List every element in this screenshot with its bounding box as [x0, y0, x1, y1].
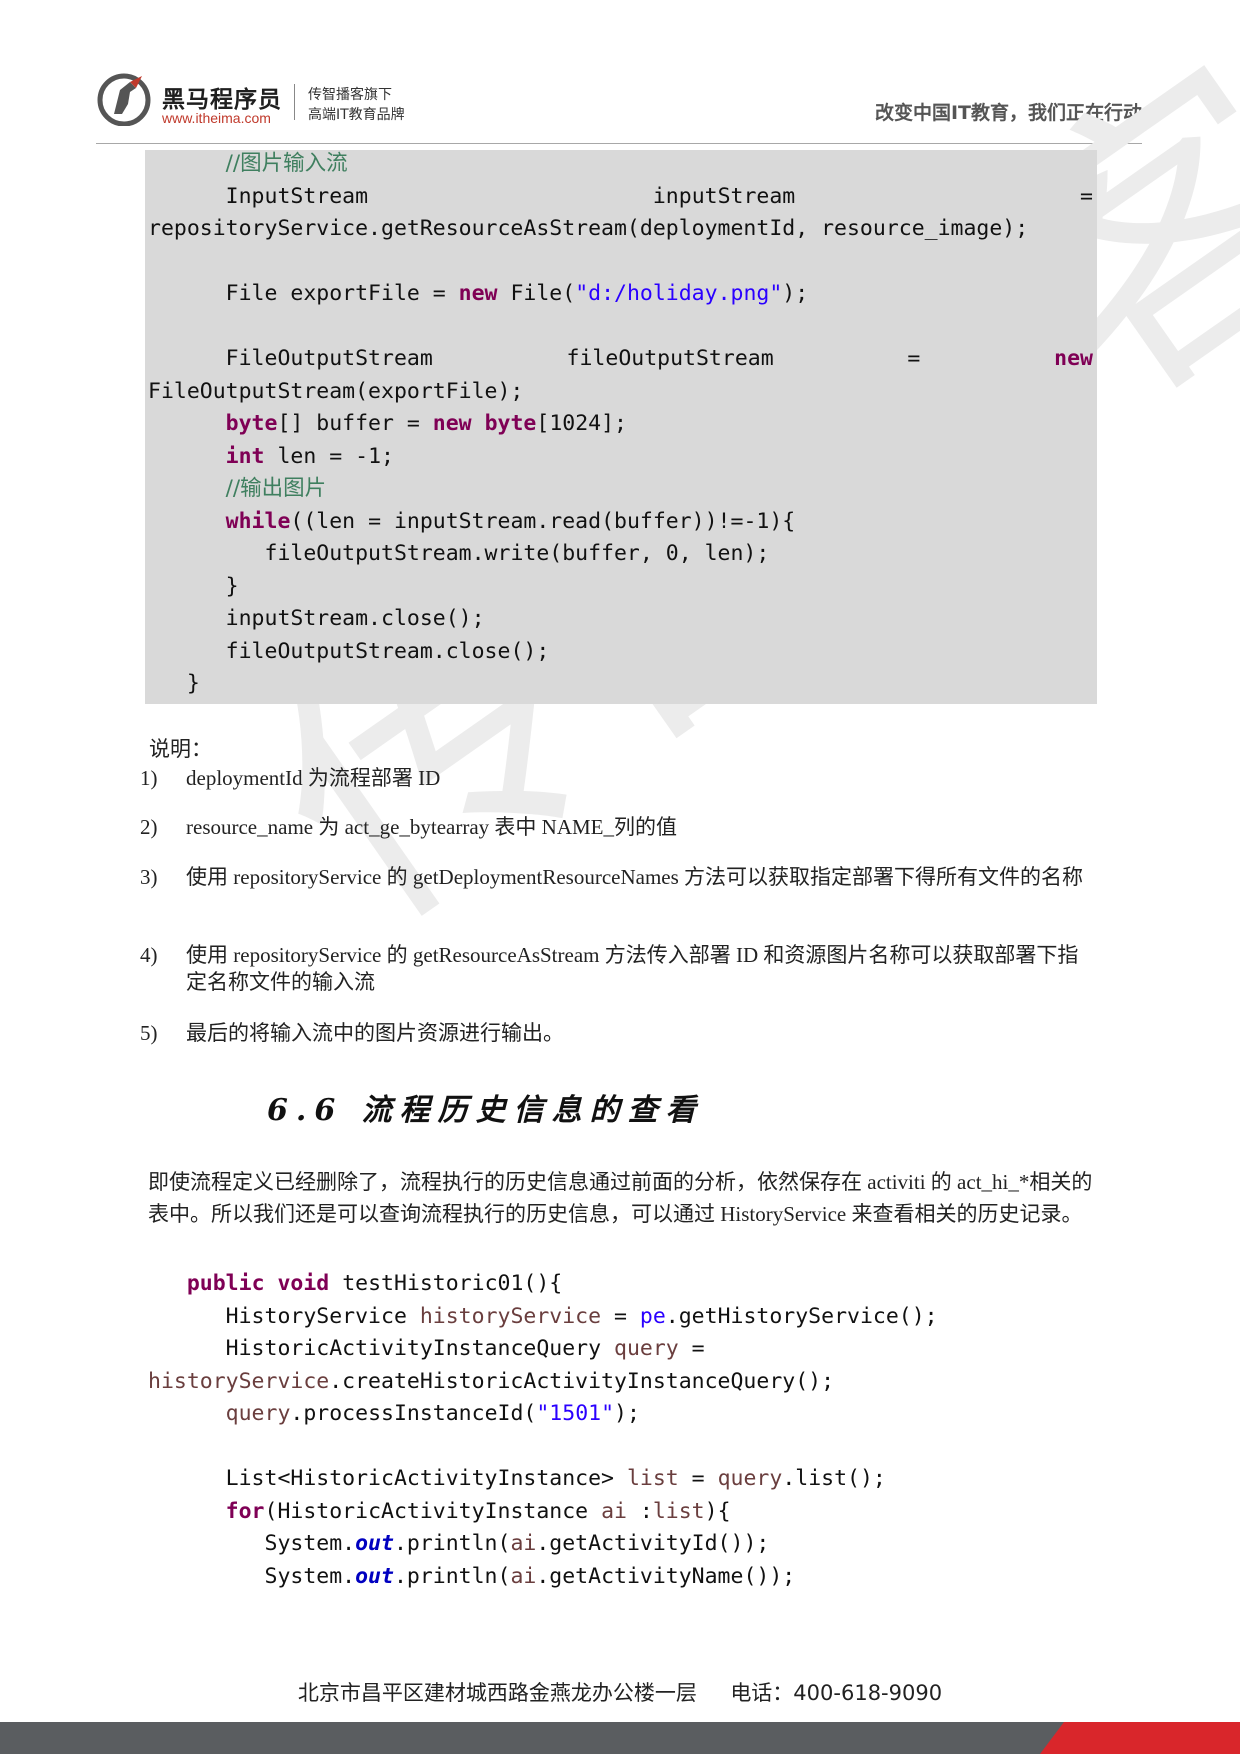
code-keyword: void [277, 1271, 330, 1296]
code-keyword: new [458, 281, 498, 306]
code-variable: ai [601, 1498, 627, 1524]
code-string: "1501" [536, 1401, 615, 1426]
code-token: ){ [704, 1498, 731, 1524]
code-token: .getHistoryService(); [665, 1303, 938, 1329]
code-string: "d:/holiday.png" [575, 281, 783, 306]
code-line: inputStream.close(); [225, 606, 485, 631]
code-variable: query [717, 1466, 783, 1491]
list-number: 4) [140, 943, 158, 967]
list-number: 2) [140, 815, 158, 839]
code-token: InputStream [225, 183, 369, 209]
code-block-export-image: //图片输入流 InputStream inputStream = repositor… [148, 148, 1093, 701]
code-comment: //输出图片 [225, 476, 327, 501]
footer-address: 北京市昌平区建材城西路金燕龙办公楼一层 [297, 1681, 697, 1705]
code-variable: list [626, 1466, 679, 1491]
section-intro: 即使流程定义已经删除了，流程执行的历史信息通过前面的分析，依然保存在 activ… [148, 1170, 1093, 1226]
horse-logo-icon [97, 73, 151, 126]
logo-divider [294, 84, 295, 120]
code-keyword: byte [225, 411, 278, 436]
code-token: testHistoric01(){ [329, 1271, 563, 1296]
code-token: .println( [393, 1531, 511, 1556]
code-keyword: byte [484, 411, 537, 436]
code-token: File exportFile = [225, 281, 459, 306]
code-token: HistoryService [225, 1303, 420, 1329]
notes-title: 说明： [149, 737, 212, 761]
code-line: fileOutputStream.write(buffer, 0, len); [264, 541, 770, 566]
code-token: .createHistoricActivityInstanceQuery(); [329, 1368, 835, 1394]
list-text: resource_name 为 act_ge_bytearray 表中 NAME… [186, 815, 678, 839]
code-variable: historyService [419, 1303, 602, 1329]
code-token: HistoricActivityInstanceQuery [225, 1336, 614, 1361]
code-variable: ai [510, 1563, 537, 1589]
code-static-field: out [355, 1531, 394, 1556]
code-variable: historyService [148, 1368, 330, 1394]
code-token: (HistoricActivityInstance [264, 1498, 602, 1524]
list-number: 3) [140, 865, 158, 889]
code-field: pe [639, 1303, 666, 1329]
code-token: len = -1; [264, 443, 394, 469]
code-variable: query [225, 1401, 291, 1426]
list-number: 1) [140, 766, 158, 790]
code-token: = [1080, 183, 1093, 209]
code-static-field: out [355, 1563, 394, 1589]
footer-accent [1040, 1722, 1240, 1754]
code-token: : [626, 1498, 653, 1524]
code-token: [] buffer = [277, 411, 433, 436]
code-line: } [225, 573, 239, 599]
code-variable: list [652, 1498, 705, 1524]
code-token: System. [264, 1531, 356, 1556]
code-keyword: for [225, 1498, 265, 1524]
code-comment: //图片输入流 [225, 151, 348, 176]
code-token: = [907, 346, 921, 371]
code-keyword: int [225, 443, 265, 469]
code-line: fileOutputStream.close(); [225, 638, 550, 664]
list-text: 使用 repositoryService 的 getDeploymentReso… [186, 865, 1084, 889]
list-text: 使用 repositoryService 的 getResourceAsStre… [186, 943, 1079, 994]
code-token: ); [782, 281, 809, 306]
code-keyword: new [1054, 346, 1093, 371]
code-keyword: new [432, 411, 472, 436]
logo-url: www.itheima.com [162, 110, 271, 126]
code-keyword: while [225, 508, 291, 534]
code-line: } [186, 671, 200, 696]
code-token: = [678, 1336, 705, 1361]
list-text: deploymentId 为流程部署 ID [186, 766, 441, 790]
code-token: System. [264, 1563, 356, 1589]
code-token: = [601, 1303, 640, 1329]
code-variable: query [614, 1336, 679, 1361]
page-footer: 北京市昌平区建材城西路金燕龙办公楼一层 电话：400-618-9090 [0, 1677, 1240, 1707]
code-block-history: public void testHistoric01(){ HistorySer… [148, 1268, 938, 1593]
brand-tagline-1: 传智播客旗下 [308, 87, 392, 103]
code-line: FileOutputStream(exportFile); [148, 378, 524, 404]
code-keyword: public [186, 1271, 265, 1296]
code-token: .println( [393, 1563, 511, 1589]
code-token: File( [497, 281, 576, 306]
logo-text: 黑马程序员 [162, 87, 282, 113]
code-token: inputStream [652, 183, 796, 209]
code-line: repositoryService.getResourceAsStream(de… [148, 216, 1029, 241]
section-heading: 6.6 流程历史信息的查看 [267, 1093, 704, 1128]
code-token: fileOutputStream [566, 346, 774, 371]
code-token: .getActivityId()); [536, 1531, 770, 1556]
code-token: [1024]; [536, 411, 627, 436]
list-text: 最后的将输入流中的图片资源进行输出。 [186, 1021, 564, 1045]
code-token: ((len = inputStream.read(buffer))!=-1){ [290, 508, 796, 534]
code-token: .processInstanceId( [290, 1401, 537, 1426]
code-token: .list(); [782, 1466, 886, 1491]
code-token: FileOutputStream [225, 346, 433, 371]
code-token: ); [614, 1401, 640, 1426]
code-token: = [678, 1466, 718, 1491]
brand-tagline-2: 高端IT教育品牌 [308, 107, 405, 123]
footer-phone: 电话：400-618-9090 [730, 1681, 943, 1705]
code-token: .getActivityName()); [536, 1563, 796, 1589]
list-number: 5) [140, 1021, 158, 1045]
code-variable: ai [510, 1531, 537, 1556]
code-token: List<HistoricActivityInstance> [225, 1466, 627, 1491]
